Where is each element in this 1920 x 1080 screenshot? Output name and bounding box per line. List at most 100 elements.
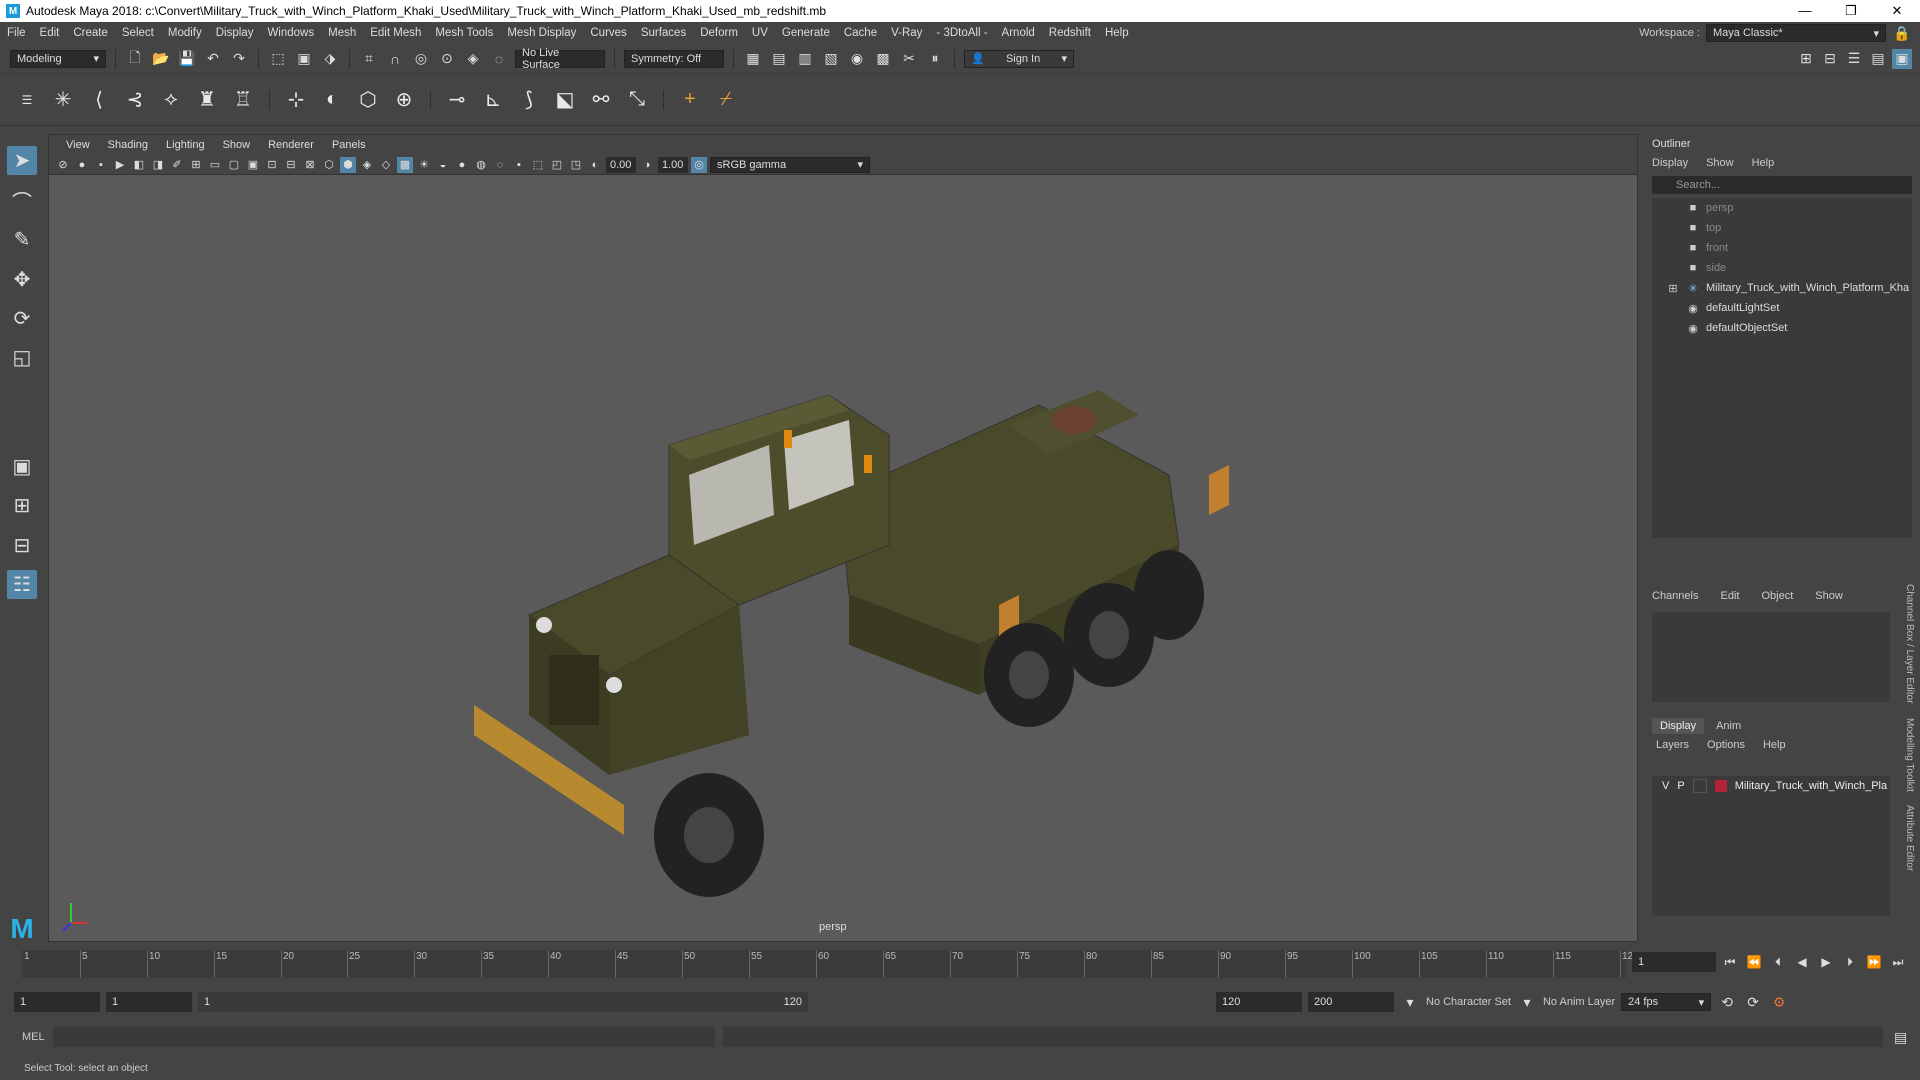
render-view-icon[interactable]: ▦ [743,49,763,69]
symmetry-dropdown[interactable]: Symmetry: Off [624,49,724,68]
outliner-search-input[interactable]: Search... [1652,176,1912,194]
workspace-dropdown[interactable]: Maya Classic* ▾ [1706,24,1886,42]
smooth-shade-icon[interactable]: ⬢ [340,156,356,173]
gamma-field[interactable]: 1.00 [658,156,688,173]
rotate-tool-icon[interactable]: ⟳ [7,304,37,333]
auto-key-icon[interactable]: ⟳ [1743,992,1763,1012]
tab-display[interactable]: Display [1652,718,1705,734]
safe-title-icon[interactable]: ⊠ [302,157,318,173]
locator-icon[interactable]: ⊸ [444,87,470,113]
preferences-icon[interactable]: ⚙ [1769,992,1789,1012]
menu-select[interactable]: Select [115,27,161,39]
outliner-layout-icon[interactable]: ☷ [7,569,37,600]
move-tool-icon[interactable]: ✥ [7,264,37,293]
select-camera-icon[interactable]: ⊘ [55,157,71,173]
time-slider-track[interactable]: 1 5 10 15 20 25 30 35 40 45 50 55 60 65 70 75 80 85 90 95 1… [22,950,1639,978]
menu-cache[interactable]: Cache [837,27,884,39]
select-tool-icon[interactable]: ➤ [7,146,37,176]
toggle-tool-settings-icon[interactable]: ☰ [1844,49,1864,69]
character-set-icon[interactable]: ▾ [1400,992,1420,1012]
hypershade-icon[interactable]: ◉ [847,49,867,69]
toggle-modeling-toolkit-icon[interactable]: ⊞ [1796,49,1816,69]
snap-surface-icon[interactable]: ◈ [463,49,483,69]
grid-toggle-icon[interactable]: ⊞ [188,157,204,173]
select-component-icon[interactable]: ⬗ [320,49,340,69]
viewport-menu-view[interactable]: View [57,139,99,151]
outliner-item-persp[interactable]: ■ persp [1652,198,1912,218]
snap-grid-icon[interactable]: ⌗ [359,49,379,69]
textured-icon[interactable]: ▩ [397,156,413,173]
viewport-canvas[interactable]: persp [49,175,1637,941]
menu-edit[interactable]: Edit [33,27,67,39]
outliner-menu-show[interactable]: Show [1706,157,1734,169]
menu-redshift[interactable]: Redshift [1042,27,1098,39]
camera-attributes-icon[interactable]: ▶ [112,157,128,173]
command-input[interactable] [52,1027,715,1047]
screen-space-ao-icon[interactable]: ● [454,157,470,173]
viewport-menu-show[interactable]: Show [214,139,260,151]
step-forward-frame-icon[interactable]: ⏵ [1840,952,1860,972]
isolate-select-icon[interactable]: ⬚ [530,157,546,173]
layer-menu-help[interactable]: Help [1763,739,1786,751]
menu-edit-mesh[interactable]: Edit Mesh [363,27,428,39]
redo-icon[interactable]: ↷ [229,49,249,69]
step-forward-key-icon[interactable]: ⏩ [1864,952,1884,972]
orient-constraint-icon[interactable]: ⬕ [552,87,578,113]
character-set-label[interactable]: No Character Set [1426,996,1511,1008]
outliner-item-truck-group[interactable]: ⊞ ✳ Military_Truck_with_Winch_Platform_K… [1652,278,1912,298]
menu-create[interactable]: Create [66,27,115,39]
menu-set-dropdown[interactable]: Modeling ▾ [10,49,106,68]
channel-menu-edit[interactable]: Edit [1720,590,1739,602]
maximize-icon[interactable]: ❐ [1828,3,1874,19]
scale-tool-icon[interactable]: ◱ [7,343,37,372]
menu-surfaces[interactable]: Surfaces [634,27,693,39]
redshift-render-icon[interactable]: ▩ [873,49,893,69]
exposure-field[interactable]: 0.00 [606,156,636,173]
use-all-lights-icon[interactable]: ☀ [416,157,432,173]
toggle-layer-editor-icon[interactable]: ▣ [1892,48,1912,69]
menu-windows[interactable]: Windows [260,27,321,39]
outliner-item-top[interactable]: ■ top [1652,218,1912,238]
lasso-tool-icon[interactable]: ⌒ [7,185,37,214]
lattice-icon[interactable]: ⬡ [355,87,381,113]
render-settings-icon[interactable]: ▧ [821,49,841,69]
layer-color-swatch[interactable] [1714,780,1727,792]
layer-menu-layers[interactable]: Layers [1656,739,1689,751]
playback-start-field[interactable]: 1 [106,992,192,1012]
new-scene-icon[interactable]: 🗋 [125,49,145,69]
playback-end-field[interactable]: 120 [1216,992,1302,1012]
go-to-end-icon[interactable]: ⏭ [1888,952,1908,972]
quick-rig-icon[interactable]: ♜ [194,87,220,113]
single-view-icon[interactable]: ▣ [7,452,37,481]
toggle-attribute-editor-icon[interactable]: ⊟ [1820,49,1840,69]
current-frame-field[interactable]: 1 [1632,952,1716,972]
viewport-menu-renderer[interactable]: Renderer [259,139,323,151]
open-scene-icon[interactable]: 📂 [151,49,171,69]
two-d-pan-icon[interactable]: ◨ [150,157,166,173]
anti-aliasing-icon[interactable]: ◌ [492,157,508,173]
render-frame-icon[interactable]: ▤ [769,49,789,69]
menu-3dtoall[interactable]: - 3DtoAll - [929,27,994,39]
expand-icon[interactable]: ⊞ [1666,282,1680,295]
tab-attribute-editor[interactable]: Attribute Editor [1904,805,1915,871]
menu-curves[interactable]: Curves [583,27,633,39]
fps-dropdown[interactable]: 24 fps ▾ [1621,993,1712,1011]
minimize-icon[interactable]: — [1782,3,1828,19]
step-back-key-icon[interactable]: ⏪ [1744,952,1764,972]
step-back-frame-icon[interactable]: ⏴ [1768,952,1788,972]
lock-camera-icon[interactable]: ● [74,157,90,173]
close-icon[interactable]: ✕ [1874,3,1920,19]
aim-constraint-icon[interactable]: ⤡ [624,87,650,113]
save-scene-icon[interactable]: 💾 [177,49,197,69]
wireframe-on-shaded-icon[interactable]: ◈ [359,157,375,173]
joint-tool-icon[interactable]: ✳ [50,87,76,113]
command-language[interactable]: MEL [22,1031,45,1043]
film-gate-icon[interactable]: ▭ [207,157,223,173]
set-key-icon[interactable]: ⌿ [713,87,739,113]
outliner-item-side[interactable]: ■ side [1652,258,1912,278]
four-view-icon[interactable]: ⊞ [7,491,37,520]
tab-channel-box-layer-editor[interactable]: Channel Box / Layer Editor [1904,584,1915,704]
cluster-icon[interactable]: ⊕ [391,87,417,113]
menu-deform[interactable]: Deform [693,27,745,39]
ipr-render-icon[interactable]: ▥ [795,49,815,69]
